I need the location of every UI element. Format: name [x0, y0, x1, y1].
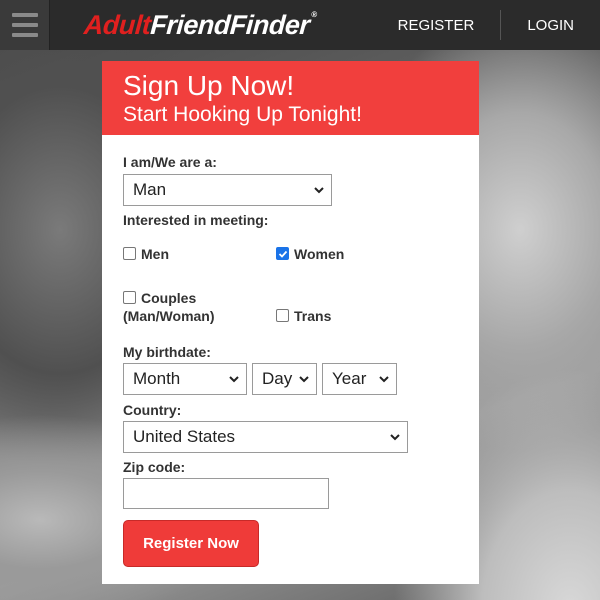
year-select[interactable]: Year: [322, 363, 397, 395]
form-title: Sign Up Now!: [123, 70, 295, 101]
checkbox-trans[interactable]: Trans: [276, 307, 331, 325]
zip-label: Zip code:: [123, 459, 186, 475]
logo-registered-mark: ®: [310, 9, 317, 19]
month-select-value: Month: [133, 369, 181, 388]
checkbox-box[interactable]: [123, 291, 136, 304]
top-bar: AdultFriendFinder® REGISTER LOGIN: [0, 0, 600, 50]
chevron-down-icon: [314, 187, 324, 194]
country-select-value: United States: [133, 427, 236, 446]
checkbox-box[interactable]: [123, 247, 136, 260]
top-nav: REGISTER LOGIN: [372, 0, 600, 50]
checkbox-box-checked[interactable]: [276, 247, 289, 260]
signup-form-card: Sign Up Now! Start Hooking Up Tonight! I…: [102, 61, 479, 584]
checkbox-couples[interactable]: Couples: [123, 289, 196, 307]
checkbox-men[interactable]: Men: [123, 245, 169, 263]
checkbox-couples-subtext: (Man/Woman): [123, 307, 215, 325]
day-select-value: Day: [262, 369, 293, 388]
checkbox-men-label: Men: [141, 246, 169, 262]
checkbox-women[interactable]: Women: [276, 245, 344, 263]
country-select[interactable]: United States: [123, 421, 408, 453]
login-link[interactable]: LOGIN: [501, 0, 600, 50]
logo-adult: Adult: [82, 9, 152, 40]
birthdate-label: My birthdate:: [123, 344, 211, 360]
day-select[interactable]: Day: [252, 363, 317, 395]
form-subtitle: Start Hooking Up Tonight!: [123, 103, 362, 126]
checkbox-women-label: Women: [294, 246, 345, 262]
chevron-down-icon: [299, 376, 309, 383]
register-now-button[interactable]: Register Now: [123, 520, 259, 567]
iam-select[interactable]: Man: [123, 174, 332, 206]
logo-friendfinder: FriendFinder: [149, 9, 311, 40]
chevron-down-icon: [229, 376, 239, 383]
iam-select-value: Man: [133, 180, 167, 199]
form-header: Sign Up Now! Start Hooking Up Tonight!: [102, 61, 479, 135]
interested-label: Interested in meeting:: [123, 212, 269, 228]
site-logo[interactable]: AdultFriendFinder®: [83, 10, 317, 41]
year-select-value: Year: [332, 369, 367, 388]
country-label: Country:: [123, 402, 182, 418]
chevron-down-icon: [379, 376, 389, 383]
iam-label: I am/We are a:: [123, 154, 217, 170]
checkbox-box[interactable]: [276, 309, 289, 322]
month-select[interactable]: Month: [123, 363, 247, 395]
checkbox-trans-label: Trans: [294, 308, 332, 324]
chevron-down-icon: [390, 434, 400, 441]
register-link[interactable]: REGISTER: [372, 0, 501, 50]
zip-input[interactable]: [123, 478, 329, 509]
checkmark-icon: [278, 250, 287, 258]
checkbox-couples-label-line1: Couples: [141, 290, 197, 306]
checkbox-couples-label-line2: (Man/Woman): [123, 308, 215, 324]
hamburger-menu-icon[interactable]: [0, 0, 50, 50]
